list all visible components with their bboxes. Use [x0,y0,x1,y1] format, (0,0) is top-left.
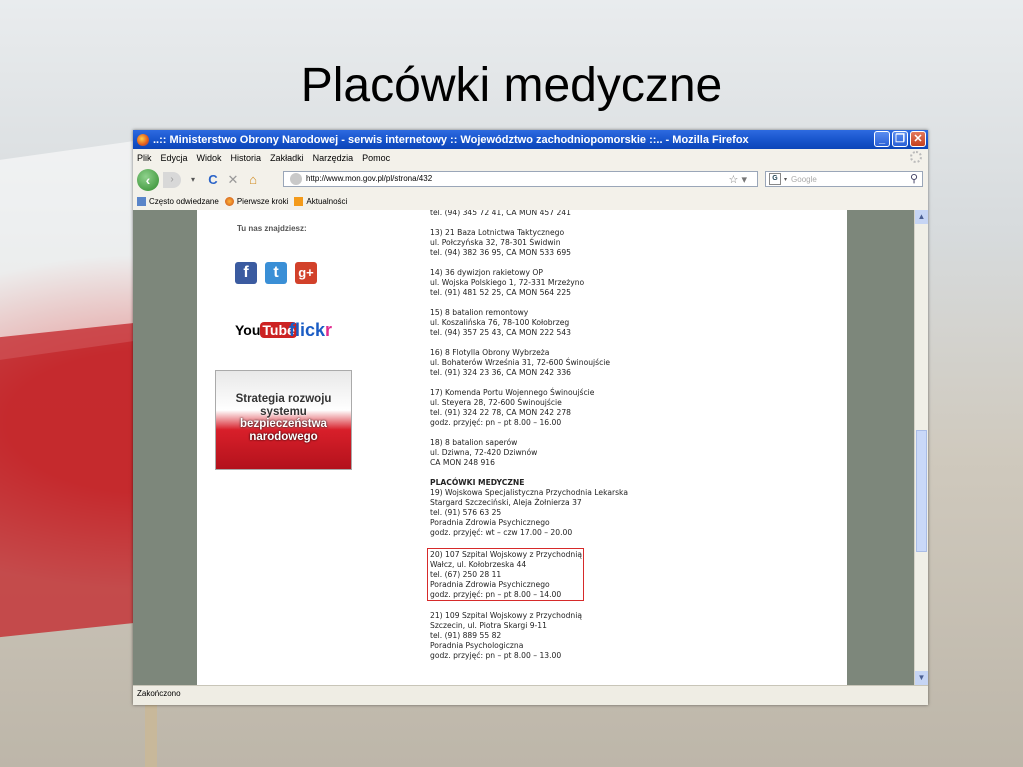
youtube-you: You [235,322,261,338]
highlighted-list-item: 20) 107 Szpital Wojskowy z Przychodnią W… [427,548,584,601]
status-bar: Zakończono [133,685,928,705]
page-viewport: Tu nas znajdziesz: f t g+ You Tube flickr… [133,210,928,685]
twitter-icon[interactable]: t [265,262,287,284]
search-icon[interactable]: ⚲ [910,172,918,185]
throbber-icon [910,151,922,163]
scroll-down-button[interactable]: ▼ [915,671,928,685]
bookmarks-toolbar: Często odwiedzane Pierwsze kroki Aktualn… [133,193,928,211]
list-item: 15) 8 batalion remontowy ul. Koszalińska… [430,308,571,337]
bookmark-label: Często odwiedzane [149,197,219,206]
bookmark-label: Aktualności [306,197,348,206]
browser-window: ..:: Ministerstwo Obrony Narodowej - ser… [133,130,928,705]
slide-title: Placówki medyczne [300,59,723,112]
flickr-text-a: flick [289,320,326,340]
firefox-icon [137,133,149,146]
back-button[interactable]: ‹ [137,168,159,191]
strategia-line: bezpieczeństwa [240,418,327,430]
url-text[interactable]: http://www.mon.gov.pl/pl/strona/432 [306,171,432,187]
list-item: tel. (94) 345 72 41, CA MON 457 241 [430,210,571,217]
firefox-bookmark-icon [224,197,234,206]
list-item: 17) Komenda Portu Wojennego Świnoujście … [430,388,595,427]
window-title: ..:: Ministerstwo Obrony Narodowej - ser… [153,133,749,146]
flag-red-stripe [0,322,135,638]
google-search-engine-icon[interactable]: G [769,173,781,185]
folder-icon [137,197,146,206]
strategia-line: narodowego [249,430,318,443]
strategia-line: systemu [260,405,307,418]
rss-icon [294,197,304,206]
search-engine-dropdown-icon[interactable]: ▾ [784,176,787,183]
strategia-line: Strategia rozwoju [235,393,332,405]
menu-pomoc[interactable]: Pomoc [362,153,390,163]
history-dropdown-icon[interactable]: ▾ [185,172,201,188]
bookmark-aktualnosci[interactable]: Aktualności [294,197,347,206]
menu-historia[interactable]: Historia [231,153,262,163]
flickr-text-b: r [325,320,333,340]
menu-bar: Plik Edycja Widok Historia Zakładki Narz… [133,149,928,166]
google-plus-icon[interactable]: g+ [295,262,317,284]
bookmark-label: Pierwsze kroki [236,197,289,206]
menu-zakladki[interactable]: Zakładki [270,153,304,163]
strategia-banner[interactable]: Strategia rozwoju systemu bezpieczeństwa… [215,370,352,470]
youtube-logo[interactable]: You Tube [235,322,297,338]
search-placeholder[interactable]: Google [791,175,817,184]
menu-widok[interactable]: Widok [197,153,222,163]
list-item: 14) 36 dywizjon rakietowy OP ul. Wojska … [430,268,585,297]
bookmark-czesto-odwiedzane[interactable]: Często odwiedzane [137,197,219,206]
flickr-logo[interactable]: flickr [289,320,332,341]
list-item: 13) 21 Baza Lotnictwa Taktycznego ul. Po… [430,228,571,257]
site-identity-icon[interactable] [290,173,302,185]
maximize-button[interactable]: ❐ [892,131,908,147]
search-box[interactable]: G ▾ Google ⚲ [765,171,923,187]
reload-icon[interactable]: C [205,172,221,188]
scroll-up-button[interactable]: ▲ [915,210,928,224]
url-bar[interactable]: http://www.mon.gov.pl/pl/strona/432 ☆ ▾ [283,171,758,187]
units-list: tel. (94) 345 72 41, CA MON 457 241 13) … [427,210,830,671]
list-item: 16) 8 Flotylla Obrony Wybrzeża ul. Bohat… [430,348,611,377]
window-titlebar: ..:: Ministerstwo Obrony Narodowej - ser… [133,130,928,149]
stop-icon[interactable]: ✕ [225,172,241,188]
medical-section-header: PLACÓWKI MEDYCZNE [430,478,525,487]
facebook-icon[interactable]: f [235,262,257,284]
navigation-toolbar: ‹ › ▾ C ✕ ⌂ http://www.mon.gov.pl/pl/str… [133,166,928,193]
home-icon[interactable]: ⌂ [245,172,261,188]
minimize-button[interactable]: _ [874,131,890,147]
list-item: 18) 8 batalion saperów ul. Dziwna, 72-42… [430,438,538,467]
find-us-label: Tu nas znajdziesz: [237,224,307,233]
list-item: 19) Wojskowa Specjalistyczna Przychodnia… [430,488,628,537]
bookmark-pierwsze-kroki[interactable]: Pierwsze kroki [224,197,289,206]
menu-narzedzia[interactable]: Narzędzia [313,153,354,163]
forward-button[interactable]: › [163,171,181,188]
page-content: Tu nas znajdziesz: f t g+ You Tube flickr… [197,210,847,685]
vertical-scrollbar[interactable]: ▲ ▼ [914,210,928,685]
scroll-thumb[interactable] [916,430,927,552]
list-item: 21) 109 Szpital Wojskowy z Przychodnią S… [430,611,582,660]
menu-edycja[interactable]: Edycja [161,153,188,163]
close-button[interactable]: ✕ [910,131,926,147]
flag-pole [145,700,157,767]
bookmark-star-icon[interactable]: ☆ ▾ [729,172,747,188]
menu-plik[interactable]: Plik [137,153,152,163]
